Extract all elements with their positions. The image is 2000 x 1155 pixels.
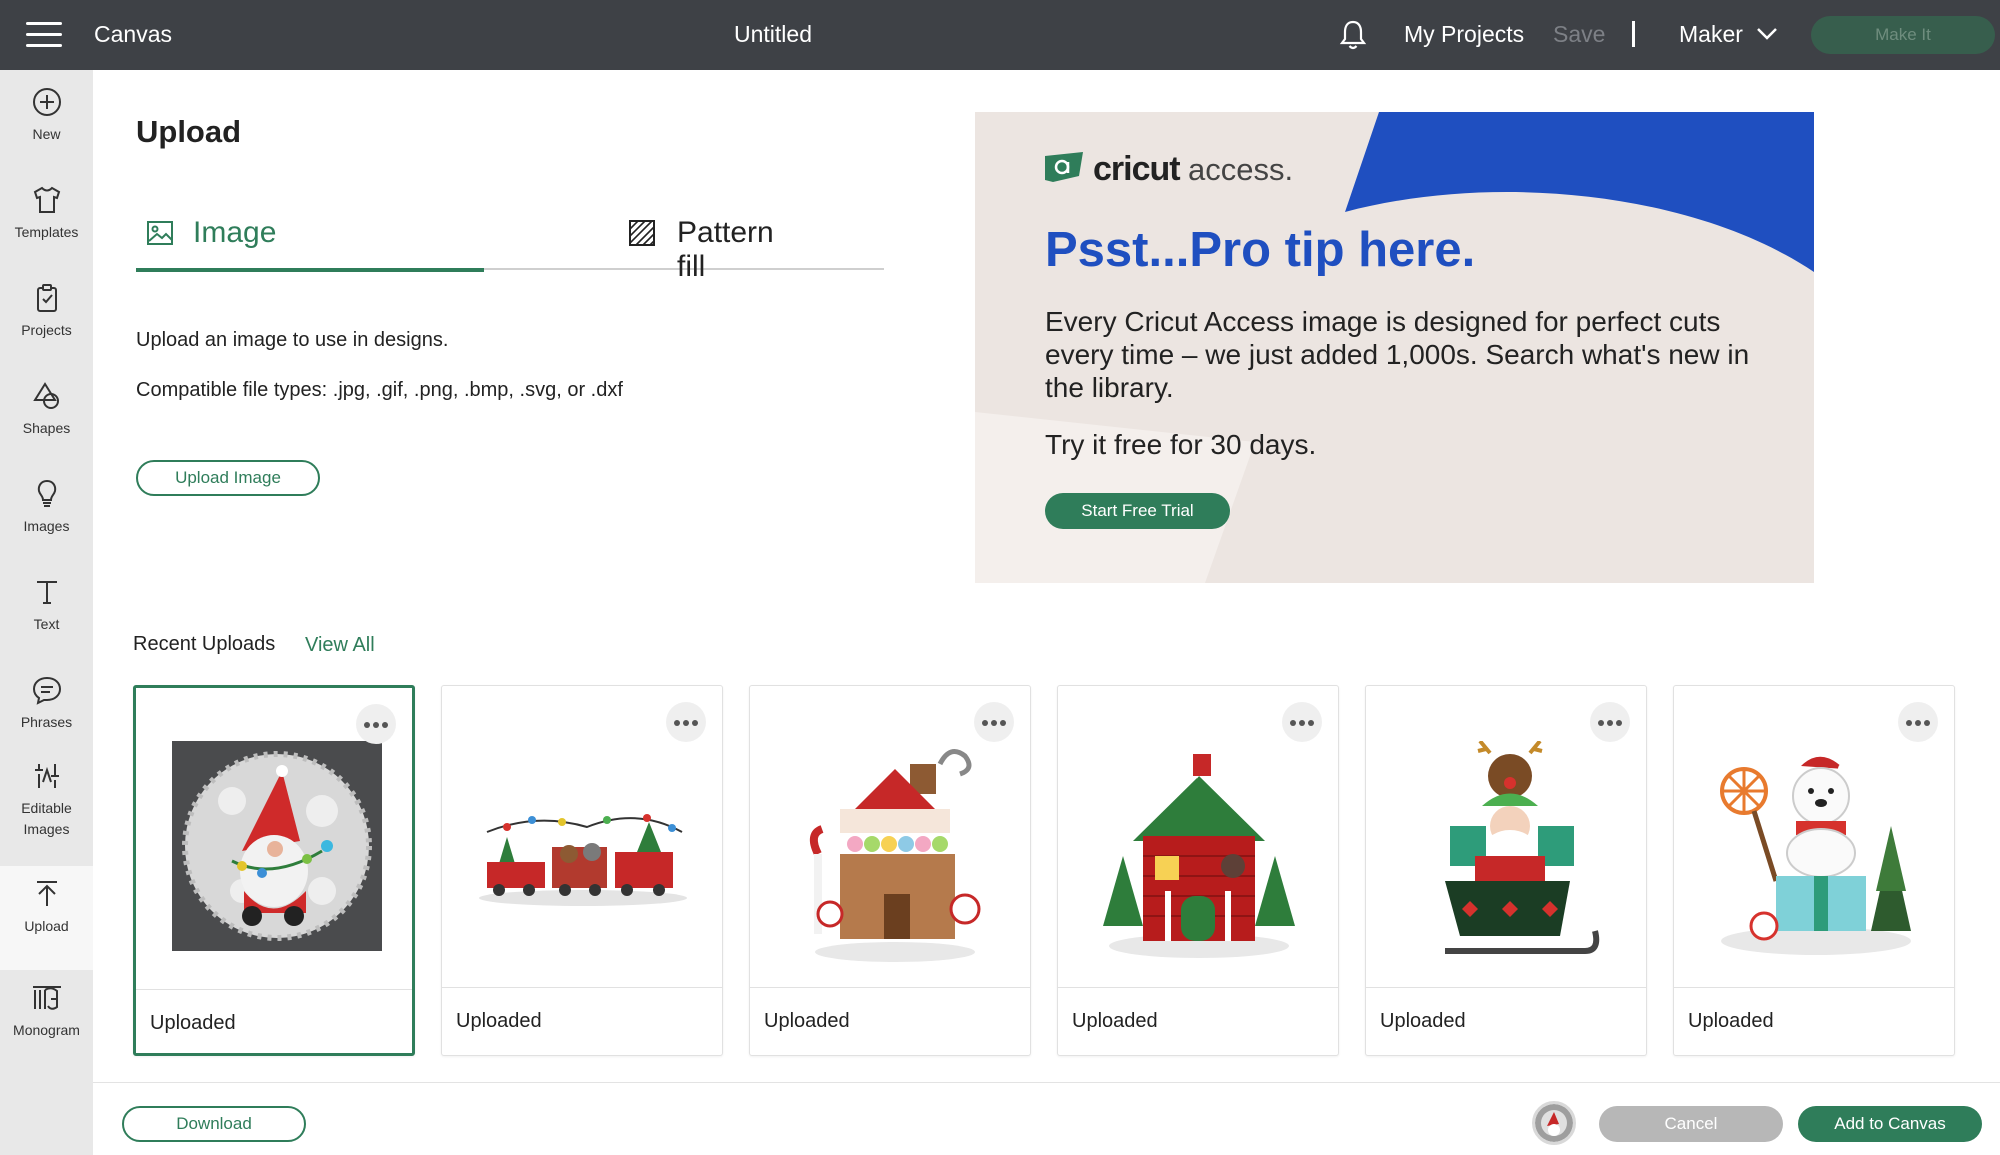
start-free-trial-button[interactable]: Start Free Trial (1045, 493, 1230, 529)
sidebar-item-editable-images[interactable]: Editable Images (0, 760, 93, 860)
logo-wordmark: cricut (1093, 150, 1181, 188)
lightbulb-icon (37, 479, 56, 507)
sidebar-item-phrases[interactable]: Phrases (0, 674, 93, 756)
upload-card[interactable]: Uploaded (441, 685, 723, 1056)
sidebar-item-label: Editable Images (21, 800, 72, 837)
sidebar-item-label: Monogram (13, 1022, 80, 1038)
sidebar-item-images[interactable]: Images (0, 478, 93, 560)
sidebar-item-text[interactable]: Text (0, 576, 93, 658)
sidebar-item-label: Projects (21, 322, 72, 338)
avatar-image (1535, 1104, 1573, 1142)
card-caption: Uploaded (764, 1010, 850, 1032)
monogram-icon (32, 986, 61, 1010)
upload-thumbnail (136, 688, 412, 990)
user-avatar[interactable] (1532, 1101, 1576, 1145)
top-bar: Canvas Untitled My Projects Save Maker M… (0, 0, 2000, 70)
cricut-access-logo-icon (1045, 152, 1083, 182)
cancel-button[interactable]: Cancel (1599, 1106, 1783, 1142)
text-icon (36, 581, 57, 604)
upload-card[interactable]: Uploaded (1365, 685, 1647, 1056)
upload-description: Upload an image to use in designs. (136, 329, 449, 351)
card-caption: Uploaded (1688, 1010, 1774, 1032)
page-title: Upload (136, 114, 242, 149)
upload-thumbnail (442, 686, 722, 988)
gnome-snow-globe-image (172, 741, 382, 951)
sidebar-item-label: Upload (24, 918, 69, 934)
upload-thumbnail (1674, 686, 1954, 988)
shirt-icon (33, 186, 60, 213)
compatible-file-types: Compatible file types: .jpg, .gif, .png,… (136, 379, 623, 401)
polar-bear-gift-image (1720, 756, 1911, 955)
sidebar-item-label: Phrases (20, 714, 73, 730)
upload-arrow-icon (36, 881, 57, 906)
upload-card[interactable]: Uploaded (1057, 685, 1339, 1056)
more-options-icon[interactable] (1898, 702, 1938, 742)
plus-circle-icon (32, 88, 61, 116)
cricut-access-promo: cricut access. Psst...Pro tip here. Ever… (975, 112, 1814, 583)
upload-card[interactable]: Uploaded (133, 685, 415, 1056)
more-options-icon[interactable] (974, 702, 1014, 742)
upload-thumbnail (1058, 686, 1338, 988)
sidebar-item-shapes[interactable]: Shapes (0, 380, 93, 462)
machine-select[interactable]: Maker (1679, 21, 1743, 48)
chevron-down-icon[interactable] (1756, 26, 1778, 42)
card-caption: Uploaded (150, 1012, 236, 1034)
card-caption: Uploaded (1072, 1010, 1158, 1032)
tab-label: Image (193, 216, 277, 249)
sidebar-item-monogram[interactable]: Monogram (0, 970, 93, 1052)
promo-trial-text: Try it free for 30 days. (1045, 429, 1317, 460)
footer-divider (93, 1082, 2000, 1083)
card-caption: Uploaded (1380, 1010, 1466, 1032)
sidebar-item-new[interactable]: New (0, 86, 93, 168)
image-icon (147, 221, 173, 245)
shapes-icon (32, 382, 59, 409)
logo-wordmark-access: access. (1188, 152, 1294, 187)
upload-thumbnail (750, 686, 1030, 988)
more-options-icon[interactable] (666, 702, 706, 742)
save-button[interactable]: Save (1553, 21, 1605, 48)
card-caption: Uploaded (456, 1010, 542, 1032)
gingerbread-house-image (809, 749, 981, 962)
view-all-link[interactable]: View All (305, 634, 375, 657)
tab-pattern-fill[interactable]: Pattern fill (490, 200, 790, 283)
sidebar-item-label: Text (33, 616, 60, 632)
bell-icon[interactable] (1337, 18, 1369, 52)
red-cottage-image (1103, 754, 1295, 958)
pattern-fill-icon (629, 220, 655, 246)
more-options-icon[interactable] (1590, 702, 1630, 742)
promo-body: Every Cricut Access image is designed fo… (1045, 306, 1750, 403)
more-options-icon[interactable] (356, 704, 396, 744)
sidebar-item-projects[interactable]: Projects (0, 282, 93, 364)
sidebar-item-label: Images (23, 518, 70, 534)
make-it-button[interactable]: Make It (1811, 16, 1995, 54)
upload-image-button[interactable]: Upload Image (136, 460, 320, 496)
more-options-icon[interactable] (1282, 702, 1322, 742)
tab-image[interactable]: Image (136, 200, 484, 272)
left-sidebar: New Templates Projects Shapes Images Tex… (0, 70, 93, 1155)
download-button[interactable]: Download (122, 1106, 306, 1142)
speech-bubble-icon (32, 676, 61, 705)
sidebar-item-label: Shapes (22, 420, 71, 436)
recent-uploads-title: Recent Uploads (133, 633, 276, 655)
editable-images-icon (34, 764, 59, 788)
add-to-canvas-button[interactable]: Add to Canvas (1798, 1106, 1982, 1142)
sidebar-item-label: New (32, 126, 61, 142)
christmas-train-image (479, 814, 687, 906)
upload-card[interactable]: Uploaded (1673, 685, 1955, 1056)
my-projects-link[interactable]: My Projects (1404, 21, 1524, 48)
promo-headline: Psst...Pro tip here. (1045, 223, 1476, 277)
santa-sleigh-image (1445, 741, 1600, 954)
document-title[interactable]: Untitled (0, 21, 1546, 48)
upload-card[interactable]: Uploaded (749, 685, 1031, 1056)
upload-thumbnail (1366, 686, 1646, 988)
divider (1632, 21, 1635, 47)
tab-label: Pattern fill (677, 216, 774, 283)
sidebar-item-label: Templates (14, 224, 79, 240)
sidebar-item-templates[interactable]: Templates (0, 184, 93, 266)
upload-tabs: Image Pattern fill (136, 200, 884, 283)
clipboard-icon (36, 284, 57, 312)
